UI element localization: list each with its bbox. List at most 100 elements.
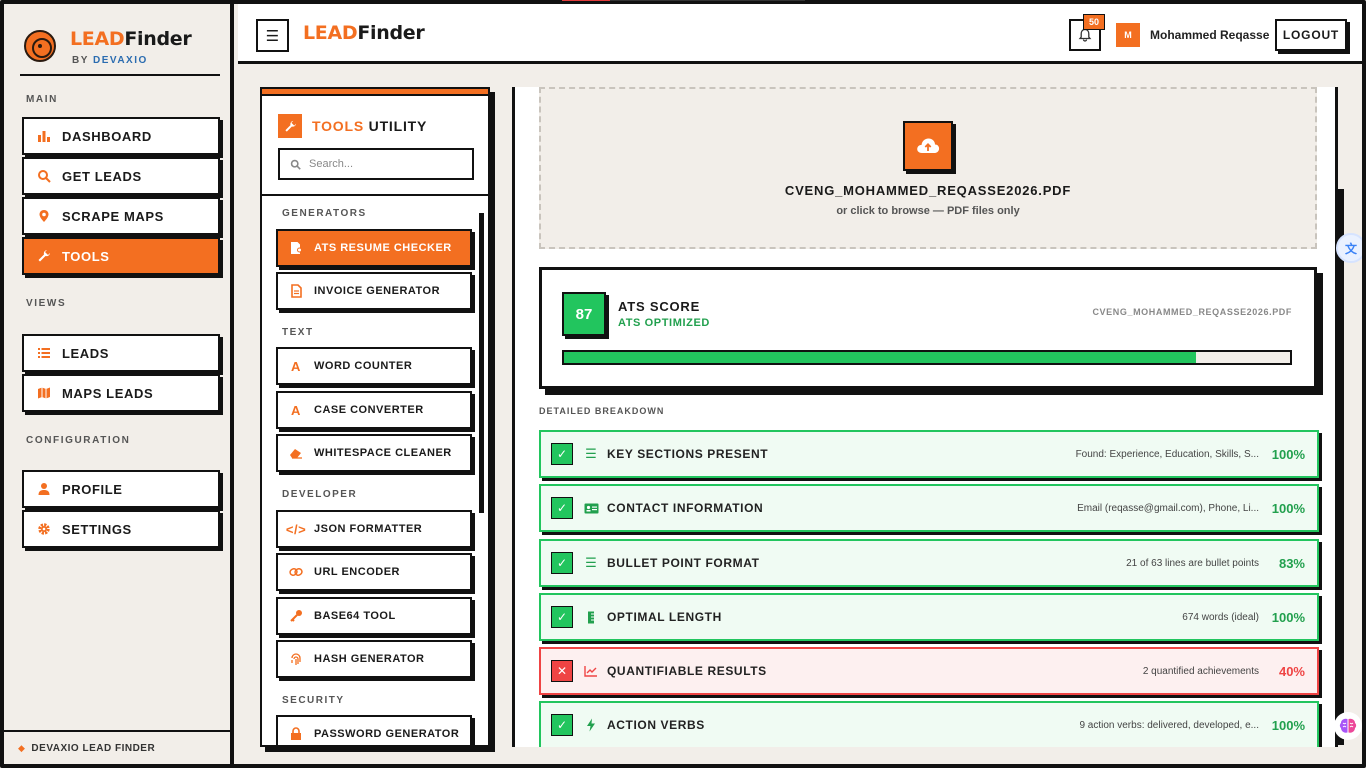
file-dropzone[interactable]: CVENG_MOHAMMED_REQASSE2026.PDF or click … [539,87,1317,249]
row-percent: 40% [1278,663,1305,679]
gear-icon [36,521,52,537]
sidebar-item-label: DASHBOARD [62,128,152,144]
assistant-widget-button[interactable] [1334,712,1362,740]
breakdown-row-contact-info: ✓ CONTACT INFORMATION Email (reqasse@gma… [539,484,1319,532]
avatar[interactable]: M [1116,23,1140,47]
upload-button[interactable] [903,121,953,171]
tools-search-input[interactable]: Search... [278,148,474,180]
brand[interactable]: LEADFinder BY DEVAXIO [20,26,220,76]
eraser-icon [288,447,304,459]
tool-label: WORD COUNTER [314,360,413,372]
tool-password-generator[interactable]: PASSWORD GENERATOR [276,715,472,745]
tool-base64[interactable]: BASE64 TOOL [276,597,472,635]
brand-name: LEADFinder [70,28,192,50]
sidebar-item-label: SCRAPE MAPS [62,208,164,224]
bolt-icon [583,718,599,732]
content-scrollbar[interactable] [1338,189,1344,745]
link-icon [288,566,304,578]
sidebar-item-tools[interactable]: TOOLS [22,237,220,275]
tool-case-converter[interactable]: A CASE CONVERTER [276,391,472,429]
row-name: QUANTIFIABLE RESULTS [607,664,767,678]
code-icon: </> [285,521,307,537]
wrench-icon [36,248,52,264]
key-icon [288,609,304,623]
group-label-security: SECURITY [282,695,345,706]
row-detail: 674 words (ideal) [1182,611,1259,623]
tool-label: INVOICE GENERATOR [314,285,441,297]
check-icon: ✓ [551,497,573,519]
tools-panel: TOOLS UTILITY Search... GENERATORS ATS R… [260,87,490,747]
sidebar-item-label: TOOLS [62,248,110,264]
search-placeholder: Search... [309,158,354,170]
app-window: LEADFinder BY DEVAXIO MAIN DASHBOARD GET… [0,0,1366,768]
tool-label: URL ENCODER [314,566,400,578]
tool-label: ATS RESUME CHECKER [314,242,452,254]
sidebar-item-label: SETTINGS [62,521,132,537]
panel-accent-stripe [262,89,488,96]
tool-hash-generator[interactable]: HASH GENERATOR [276,640,472,678]
breakdown-row-key-sections: ✓ ☰ KEY SECTIONS PRESENT Found: Experien… [539,430,1319,478]
sidebar: LEADFinder BY DEVAXIO MAIN DASHBOARD GET… [4,4,234,764]
top-bar: ☰ LEADFinder 50 M Mohammed Reqasse LOGOU… [238,4,1362,64]
search-icon [36,168,52,184]
group-label-generators: GENERATORS [282,208,367,219]
file-user-icon [288,241,304,255]
check-icon: ✓ [551,714,573,736]
sidebar-footer: ◆ DEVAXIO LEAD FINDER [4,730,230,764]
group-label-developer: DEVELOPER [282,489,358,500]
tool-url-encoder[interactable]: URL ENCODER [276,553,472,591]
tool-label: CASE CONVERTER [314,404,424,416]
map-pin-icon [36,208,52,224]
translate-icon: 文 [1344,241,1357,256]
tool-json-formatter[interactable]: </> JSON FORMATTER [276,510,472,548]
ats-score-card: 87 ATS SCORE ATS OPTIMIZED CVENG_MOHAMME… [539,267,1317,389]
sidebar-item-profile[interactable]: PROFILE [22,470,220,508]
score-progress-bar [562,350,1292,365]
row-percent: 100% [1271,717,1305,733]
trend-chart-icon [583,665,599,677]
sidebar-item-get-leads[interactable]: GET LEADS [22,157,220,195]
checklist-icon: ☰ [585,446,597,461]
list-icon [36,345,52,361]
search-icon [290,159,301,170]
sidebar-item-dashboard[interactable]: DASHBOARD [22,117,220,155]
text-a-icon: A [291,402,301,418]
tool-ats-resume-checker[interactable]: ATS RESUME CHECKER [276,229,472,267]
breakdown-row-quantifiable-results: ✕ QUANTIFIABLE RESULTS 2 quantified achi… [539,647,1319,695]
ruler-icon [583,611,599,624]
sidebar-item-settings[interactable]: SETTINGS [22,510,220,548]
top-accent-red [562,0,610,1]
translate-widget-button[interactable]: 文 [1336,233,1362,263]
bar-chart-icon [36,128,52,144]
footer-text: DEVAXIO LEAD FINDER [31,742,156,754]
user-icon [36,481,52,497]
check-icon: ✓ [551,552,573,574]
sidebar-item-label: GET LEADS [62,168,142,184]
tools-scrollbar[interactable] [479,213,484,513]
sidebar-item-scrape-maps[interactable]: SCRAPE MAPS [22,197,220,235]
target-logo-icon [24,30,56,62]
row-detail: 2 quantified achievements [1142,665,1259,677]
check-icon: ✓ [551,606,573,628]
fingerprint-icon [288,652,304,666]
top-accent-dark [610,0,805,1]
tool-whitespace-cleaner[interactable]: WHITESPACE CLEANER [276,434,472,472]
tool-word-counter[interactable]: A WORD COUNTER [276,347,472,385]
brain-icon [1339,718,1357,733]
sidebar-item-leads[interactable]: LEADS [22,334,220,372]
tool-invoice-generator[interactable]: INVOICE GENERATOR [276,272,472,310]
row-name: BULLET POINT FORMAT [607,556,760,570]
logout-button[interactable]: LOGOUT [1275,19,1347,51]
row-detail: 21 of 63 lines are bullet points [1126,557,1259,569]
hamburger-icon: ☰ [265,27,280,45]
row-detail: Found: Experience, Education, Skills, S.… [1075,448,1259,460]
score-progress-fill [564,352,1196,363]
sidebar-item-maps-leads[interactable]: MAPS LEADS [22,374,220,412]
row-name: ACTION VERBS [607,718,705,732]
user-name[interactable]: Mohammed Reqasse [1150,28,1269,42]
breakdown-row-action-verbs: ✓ ACTION VERBS 9 action verbs: delivered… [539,701,1319,747]
header-brand[interactable]: LEADFinder [303,22,425,44]
diamond-icon: ◆ [18,742,26,753]
row-percent: 100% [1271,500,1305,516]
menu-toggle-button[interactable]: ☰ [256,19,289,52]
